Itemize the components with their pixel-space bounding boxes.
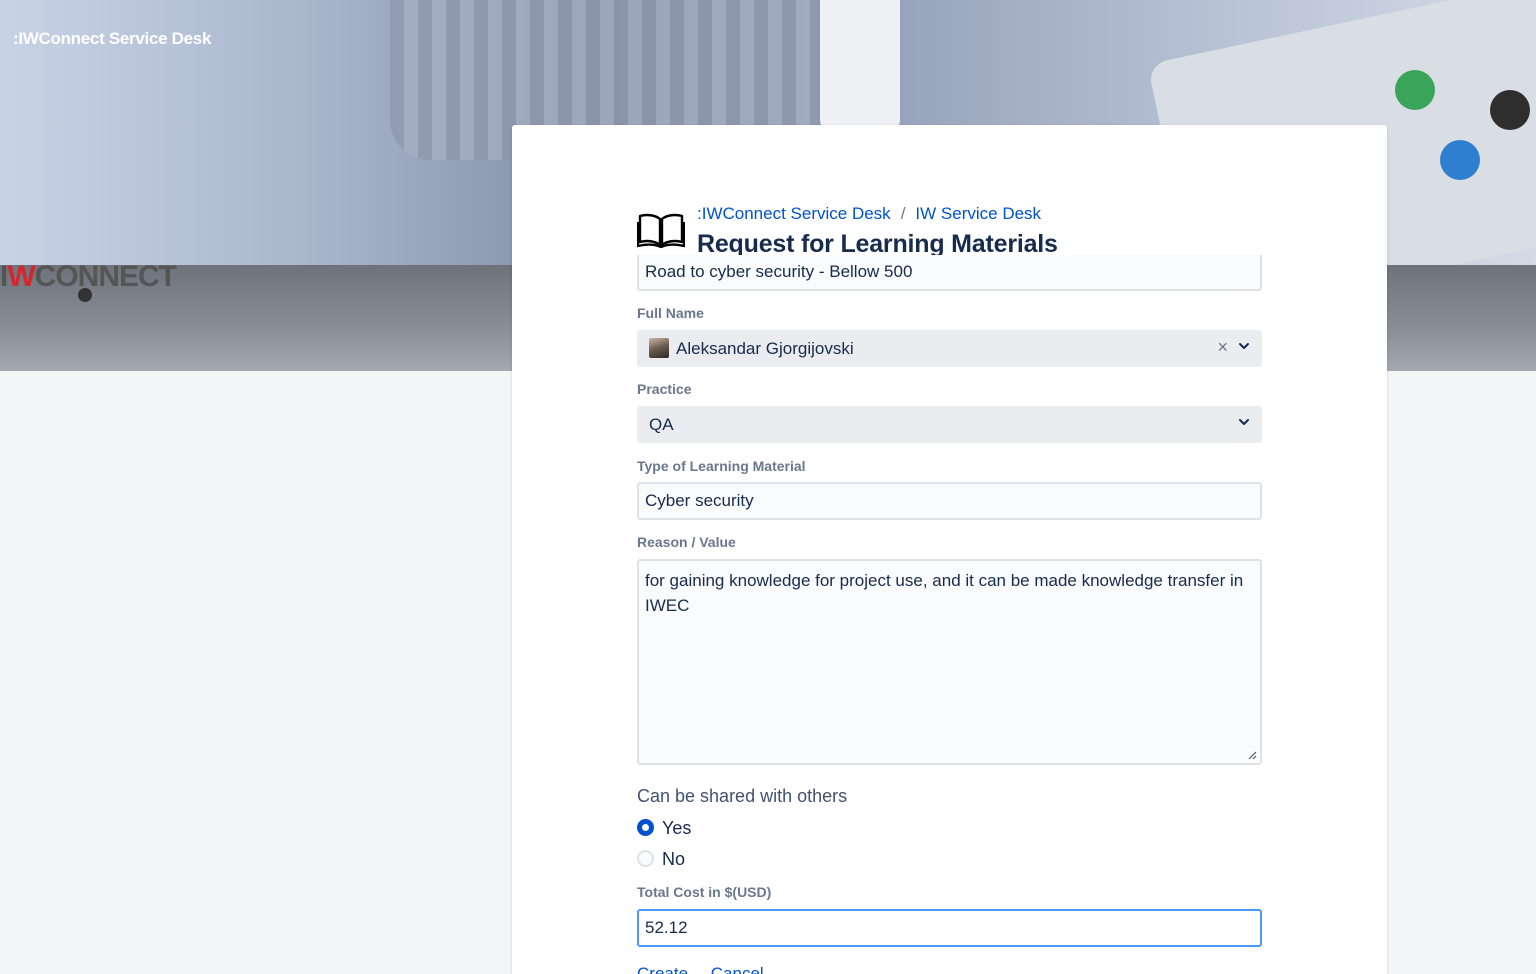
- breadcrumb-separator: /: [900, 204, 906, 223]
- radio-selected-icon[interactable]: [637, 819, 654, 836]
- practice-label: Practice: [637, 381, 692, 397]
- avatar: [649, 338, 669, 358]
- reason-label: Reason / Value: [637, 534, 736, 550]
- type-input[interactable]: Cyber security: [637, 482, 1262, 520]
- book-icon: [637, 213, 685, 248]
- practice-select[interactable]: QA: [637, 406, 1262, 443]
- clear-icon[interactable]: ×: [1217, 337, 1228, 357]
- full-name-label: Full Name: [637, 305, 704, 321]
- shared-option-no-label: No: [662, 849, 686, 869]
- resize-handle-icon[interactable]: [1247, 750, 1257, 760]
- radio-unselected-icon[interactable]: [637, 850, 654, 867]
- brand-name-link[interactable]: :IWConnect Service Desk: [13, 29, 211, 49]
- practice-value: QA: [649, 415, 674, 434]
- breadcrumb: :IWConnect Service Desk / IW Service Desk: [697, 204, 1041, 224]
- form-actions: Create Cancel: [637, 964, 764, 974]
- full-name-select[interactable]: Aleksandar Gjorgijovski ×: [637, 330, 1262, 367]
- chevron-down-icon[interactable]: [1236, 414, 1252, 430]
- shared-option-yes-label: Yes: [662, 818, 692, 838]
- cancel-button[interactable]: Cancel: [711, 964, 764, 974]
- banner-photo-shirt: [820, 0, 900, 130]
- shared-label: Can be shared with others: [637, 786, 848, 806]
- full-name-value: Aleksandar Gjorgijovski: [676, 339, 854, 358]
- iwconnect-logo: IWCONNECT: [0, 260, 177, 302]
- chevron-down-icon[interactable]: [1236, 338, 1252, 354]
- reason-textarea[interactable]: for gaining knowledge for project use, a…: [637, 559, 1262, 765]
- summary-input[interactable]: Road to cyber security - Bellow 500: [637, 255, 1262, 291]
- banner-sticker: [1395, 70, 1435, 110]
- breadcrumb-link-service-desk[interactable]: IW Service Desk: [915, 204, 1041, 223]
- total-cost-label: Total Cost in $(USD): [637, 884, 772, 900]
- banner-sticker: [1440, 140, 1480, 180]
- banner-sticker: [1490, 90, 1530, 130]
- breadcrumb-link-portal[interactable]: :IWConnect Service Desk: [697, 204, 891, 223]
- create-button[interactable]: Create: [637, 964, 688, 974]
- reason-text: for gaining knowledge for project use, a…: [645, 571, 1244, 615]
- type-label: Type of Learning Material: [637, 458, 806, 474]
- total-cost-input[interactable]: 52.12: [637, 909, 1262, 947]
